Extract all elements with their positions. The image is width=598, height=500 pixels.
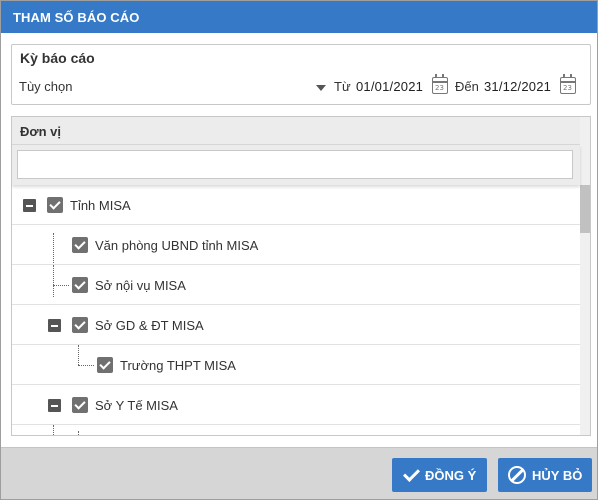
tree-row-label: Trường THPT MISA bbox=[120, 358, 236, 373]
calendar-icon[interactable]: 23 bbox=[432, 74, 448, 94]
checkbox-checked[interactable] bbox=[97, 357, 113, 373]
scrollbar-thumb[interactable] bbox=[580, 185, 590, 233]
from-date-input[interactable]: 01/01/2021 bbox=[356, 79, 423, 94]
ban-icon bbox=[508, 466, 526, 484]
to-label: Đến bbox=[455, 79, 479, 94]
unit-tree-grid: Đơn vị Tỉnh MISA Văn phòng UBND tỉnh MIS… bbox=[11, 116, 591, 436]
tree-row[interactable]: Văn phòng UBND tỉnh MISA bbox=[12, 225, 580, 265]
tree-row-label: Văn phòng UBND tỉnh MISA bbox=[95, 238, 259, 253]
tree-row-label: Sở nội vụ MISA bbox=[95, 278, 186, 293]
check-icon bbox=[402, 466, 420, 484]
dialog-footer: ĐỒNG Ý HỦY BỎ bbox=[1, 447, 597, 499]
from-label: Từ bbox=[334, 79, 351, 94]
tree-row[interactable]: Sở Y Tế MISA bbox=[12, 385, 580, 425]
tree-row[interactable]: Trường THPT MISA bbox=[12, 345, 580, 385]
report-params-dialog: THAM SỐ BÁO CÁO Kỳ báo cáo Tùy chọn Từ 0… bbox=[0, 0, 598, 500]
calendar-icon[interactable]: 23 bbox=[560, 74, 576, 94]
ok-button-label: ĐỒNG Ý bbox=[425, 468, 477, 483]
checkbox-checked[interactable] bbox=[72, 397, 88, 413]
checkbox-checked[interactable] bbox=[72, 277, 88, 293]
chevron-down-icon[interactable] bbox=[316, 85, 326, 91]
calendar-day: 23 bbox=[563, 84, 572, 92]
dialog-title: THAM SỐ BÁO CÁO bbox=[13, 10, 140, 25]
checkbox-checked[interactable] bbox=[47, 197, 63, 213]
period-option-select[interactable]: Tùy chọn bbox=[19, 79, 72, 94]
unit-filter-input[interactable] bbox=[17, 150, 573, 179]
report-period-group: Kỳ báo cáo Tùy chọn Từ 01/01/2021 23 Đến… bbox=[11, 44, 591, 105]
tree-row-label: Sở Y Tế MISA bbox=[95, 398, 178, 413]
tree-connector bbox=[78, 431, 79, 435]
unit-column-header[interactable]: Đơn vị bbox=[12, 117, 580, 145]
tree-connector bbox=[53, 425, 54, 435]
collapse-icon[interactable] bbox=[48, 319, 61, 332]
ok-button[interactable]: ĐỒNG Ý bbox=[392, 458, 487, 492]
checkbox-checked[interactable] bbox=[72, 317, 88, 333]
checkbox-checked[interactable] bbox=[72, 237, 88, 253]
tree-row[interactable]: Tỉnh MISA bbox=[12, 185, 580, 225]
tree-row-label: Tỉnh MISA bbox=[70, 198, 131, 213]
period-legend: Kỳ báo cáo bbox=[20, 50, 95, 66]
cancel-button[interactable]: HỦY BỎ bbox=[498, 458, 592, 492]
tree-row[interactable]: Sở GD & ĐT MISA bbox=[12, 305, 580, 345]
vertical-scrollbar[interactable] bbox=[580, 117, 590, 435]
tree-row-label: Sở GD & ĐT MISA bbox=[95, 318, 204, 333]
dialog-titlebar[interactable]: THAM SỐ BÁO CÁO bbox=[1, 1, 597, 33]
calendar-day: 23 bbox=[435, 84, 444, 92]
tree-row[interactable]: Sở nội vụ MISA bbox=[12, 265, 580, 305]
unit-column-label: Đơn vị bbox=[20, 124, 62, 139]
collapse-icon[interactable] bbox=[48, 399, 61, 412]
cancel-button-label: HỦY BỎ bbox=[532, 468, 583, 483]
to-date-input[interactable]: 31/12/2021 bbox=[484, 79, 551, 94]
filter-row bbox=[12, 145, 580, 185]
collapse-icon[interactable] bbox=[23, 199, 36, 212]
